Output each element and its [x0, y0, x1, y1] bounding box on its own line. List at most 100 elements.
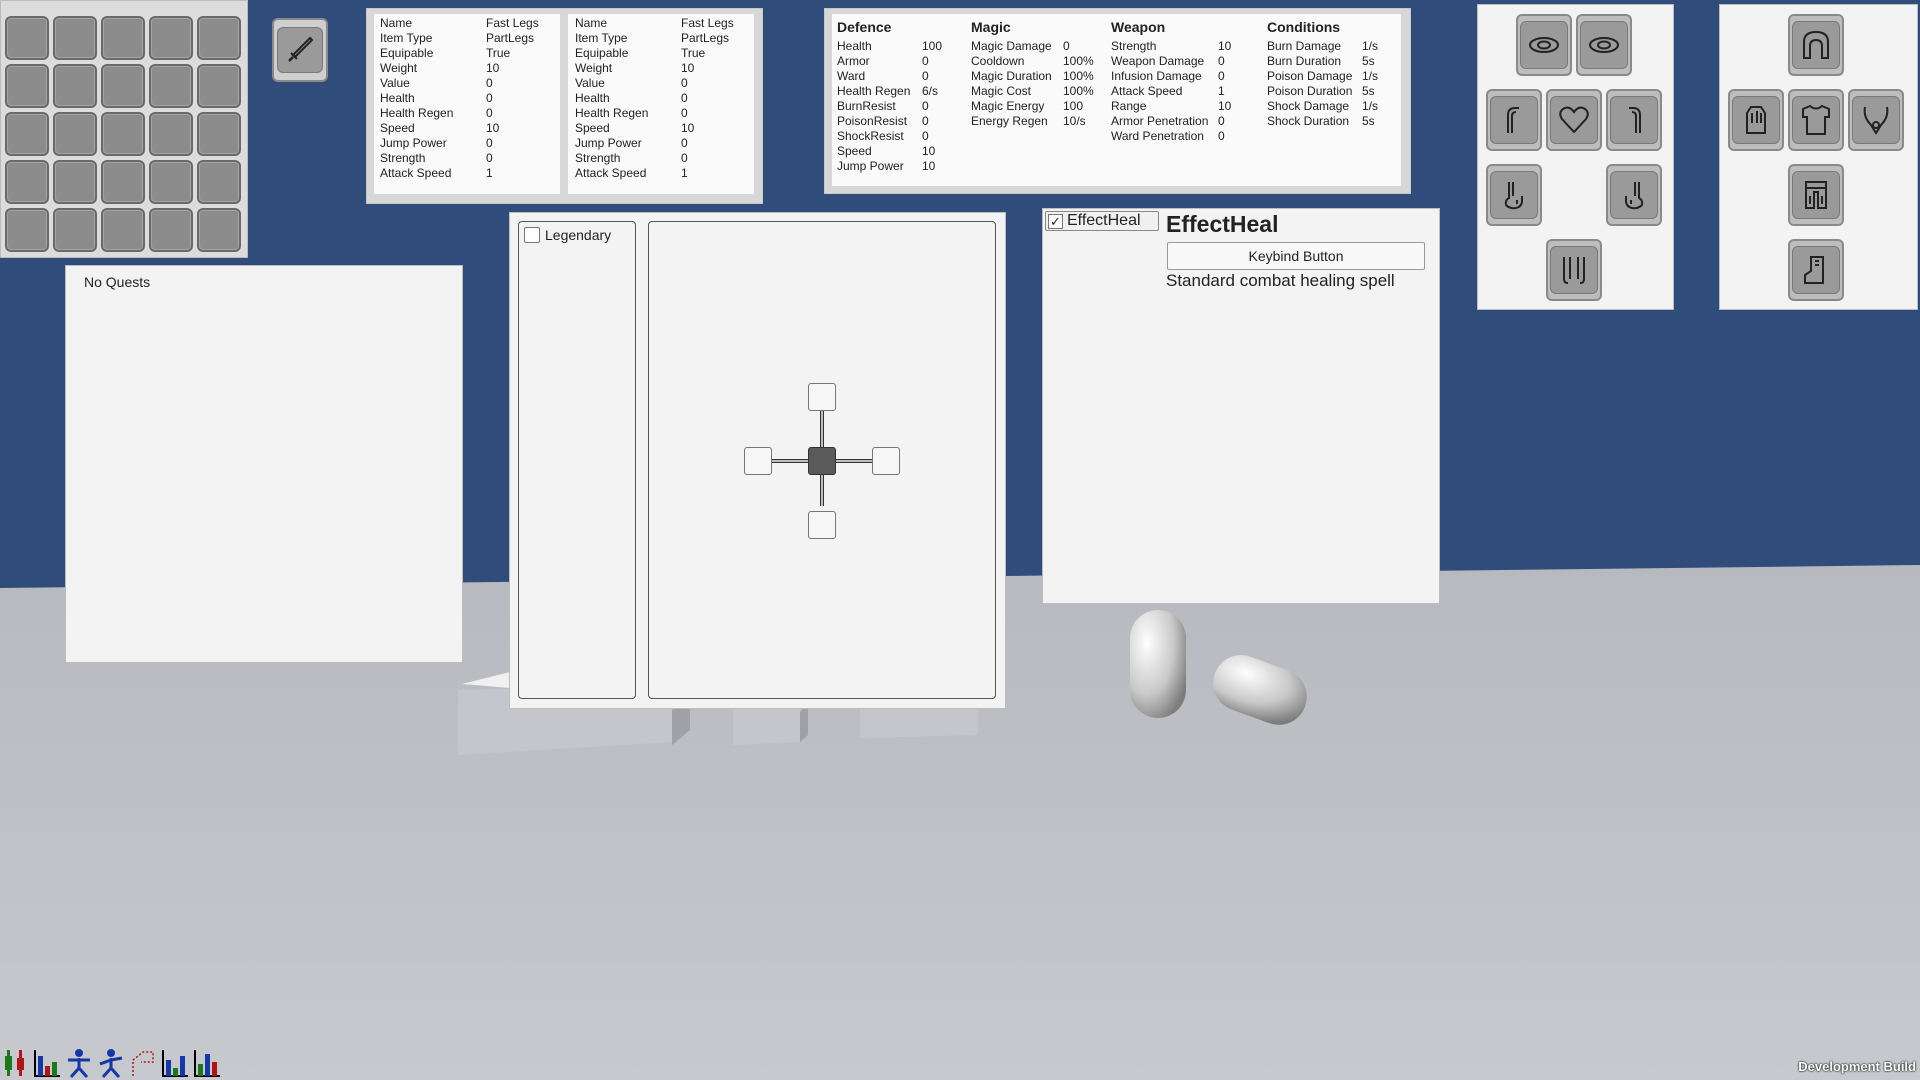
- chest-armor-icon: [1802, 104, 1830, 135]
- inventory-slot[interactable]: [197, 160, 241, 204]
- inventory-slot[interactable]: [5, 208, 49, 252]
- inventory-slot[interactable]: [149, 112, 193, 156]
- stat-key: Jump Power: [575, 136, 642, 150]
- stat-row: Ward Penetration 0: [1111, 129, 1231, 144]
- inventory-slot[interactable]: [5, 160, 49, 204]
- stat-value: 0: [1063, 39, 1070, 53]
- stat-key: Equipable: [575, 46, 629, 60]
- inventory-slot[interactable]: [101, 112, 145, 156]
- stat-value: PartLegs: [681, 31, 730, 45]
- slot-frame: [1610, 96, 1658, 144]
- boot-slot[interactable]: [1788, 239, 1844, 301]
- stat-value: 10: [922, 144, 936, 158]
- arm-right-slot[interactable]: [1606, 89, 1662, 151]
- amulet-slot[interactable]: [1848, 89, 1904, 151]
- gauntlet-icon: [1746, 106, 1766, 134]
- stat-key: BurnResist: [837, 99, 896, 113]
- inventory-slot[interactable]: [5, 16, 49, 60]
- bar-chart-alt-icon[interactable]: [161, 1048, 189, 1078]
- arm-left-slot[interactable]: [1486, 89, 1542, 151]
- eye-right-slot[interactable]: [1576, 14, 1632, 76]
- stat-row: Name Fast Legs: [575, 16, 734, 31]
- inventory-slot[interactable]: [101, 16, 145, 60]
- spell-checkbox[interactable]: ✓: [1048, 213, 1063, 229]
- no-quests-label: No Quests: [84, 274, 151, 290]
- spell-list-item[interactable]: ✓ EffectHeal: [1045, 211, 1159, 231]
- inventory-slot[interactable]: [53, 64, 97, 108]
- eye-left-slot[interactable]: [1516, 14, 1572, 76]
- stat-value: 1: [681, 166, 688, 180]
- inventory-slot[interactable]: [5, 112, 49, 156]
- path-icon[interactable]: [129, 1048, 157, 1078]
- inventory-slot[interactable]: [149, 64, 193, 108]
- inventory-slot[interactable]: [5, 64, 49, 108]
- helmet-slot[interactable]: [1788, 14, 1844, 76]
- legendary-checkbox[interactable]: [524, 227, 540, 243]
- stat-key: Strength: [380, 151, 426, 165]
- hand-right-slot[interactable]: [1606, 164, 1662, 226]
- gauntlet-slot[interactable]: [1728, 89, 1784, 151]
- stat-row: Poison Damage 1/s: [1267, 69, 1378, 84]
- inventory-slot[interactable]: [53, 160, 97, 204]
- slot-frame: [1792, 96, 1840, 144]
- inventory-slot[interactable]: [53, 112, 97, 156]
- stat-row: Poison Duration 5s: [1267, 84, 1378, 99]
- weapon-slot[interactable]: [272, 18, 328, 82]
- heart-slot[interactable]: [1546, 89, 1602, 151]
- stat-value: 0: [486, 136, 493, 150]
- leg-armor-slot[interactable]: [1788, 164, 1844, 226]
- stat-key: PoisonResist: [837, 114, 908, 128]
- stat-key: Speed: [380, 121, 415, 135]
- inventory-slot[interactable]: [149, 160, 193, 204]
- stat-value: 0: [1218, 114, 1225, 128]
- inventory-slot[interactable]: [101, 64, 145, 108]
- stat-value: 10: [1218, 39, 1232, 53]
- keybind-button[interactable]: Keybind Button: [1167, 242, 1425, 270]
- stat-row: ShockResist 0: [837, 129, 942, 144]
- inventory-slot[interactable]: [197, 16, 241, 60]
- stat-row: Magic Duration 100%: [971, 69, 1094, 84]
- inventory-slot[interactable]: [197, 208, 241, 252]
- stat-group-title: Conditions: [1267, 19, 1341, 35]
- stat-key: Strength: [575, 151, 621, 165]
- skill-node-center[interactable]: [808, 447, 836, 475]
- stat-value: Fast Legs: [486, 16, 539, 30]
- stat-value: 0: [922, 69, 929, 83]
- candlestick-icon[interactable]: [2, 1048, 30, 1078]
- inventory-slot[interactable]: [149, 16, 193, 60]
- inventory-slot[interactable]: [197, 64, 241, 108]
- character-alt-icon[interactable]: [97, 1048, 125, 1078]
- stat-row: Armor 0: [837, 54, 942, 69]
- slot-frame: [1490, 96, 1538, 144]
- chest-armor-slot[interactable]: [1788, 89, 1844, 151]
- spell-title: EffectHeal: [1166, 211, 1279, 237]
- stat-key: Speed: [575, 121, 610, 135]
- leg-armor-icon: [1805, 181, 1827, 209]
- legs-slot[interactable]: [1546, 239, 1602, 301]
- skill-node-left[interactable]: [744, 447, 772, 475]
- stat-key: Magic Damage: [971, 39, 1052, 53]
- inventory-slot[interactable]: [197, 112, 241, 156]
- stat-value: 10: [922, 159, 936, 173]
- stat-row: Range 10: [1111, 99, 1231, 114]
- amulet-icon: [1863, 106, 1889, 135]
- character-icon[interactable]: [65, 1048, 93, 1078]
- hand-left-slot[interactable]: [1486, 164, 1542, 226]
- sword-icon: [288, 36, 314, 62]
- stat-value: 100%: [1063, 84, 1094, 98]
- inventory-slot[interactable]: [101, 160, 145, 204]
- stat-value: 0: [922, 129, 929, 143]
- stat-key: Energy Regen: [971, 114, 1048, 128]
- stat-value: 1: [486, 166, 493, 180]
- inventory-slot[interactable]: [149, 208, 193, 252]
- inventory-slot[interactable]: [101, 208, 145, 252]
- legendary-filter[interactable]: Legendary: [524, 227, 611, 243]
- skill-node-bottom[interactable]: [808, 511, 836, 539]
- bar-chart-icon[interactable]: [33, 1048, 61, 1078]
- inventory-slot[interactable]: [53, 208, 97, 252]
- skill-node-right[interactable]: [872, 447, 900, 475]
- bar-chart-third-icon[interactable]: [193, 1048, 221, 1078]
- skill-node-top[interactable]: [808, 383, 836, 411]
- inventory-slot[interactable]: [53, 16, 97, 60]
- stat-group-title: Magic: [971, 19, 1011, 35]
